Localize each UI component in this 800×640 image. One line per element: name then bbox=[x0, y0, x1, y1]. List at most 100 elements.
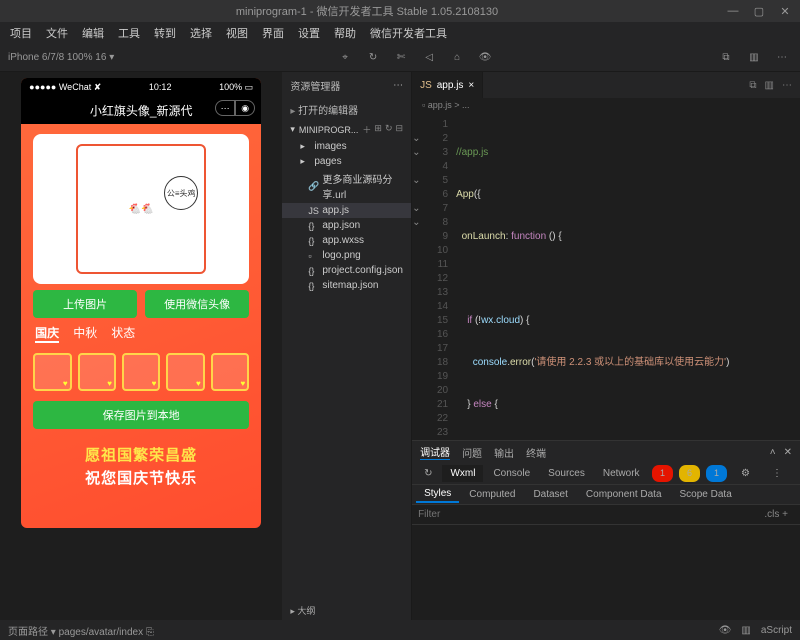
tree-item[interactable]: {}sitemap.json bbox=[282, 278, 411, 293]
minimize-icon[interactable]: — bbox=[726, 5, 740, 18]
more-icon[interactable]: ⋯ bbox=[772, 48, 792, 68]
tree-item[interactable]: ▫logo.png bbox=[282, 248, 411, 263]
tree-item[interactable]: 🔗更多商业源码分享.url bbox=[282, 169, 411, 203]
breadcrumb[interactable]: ▫ app.js > ... bbox=[412, 98, 800, 116]
subtab-computed[interactable]: Computed bbox=[461, 487, 523, 502]
devtab-console[interactable]: Console bbox=[485, 465, 538, 482]
page-title: 小红旗头像_新源代 bbox=[90, 102, 193, 119]
devtab-wxml[interactable]: Wxml bbox=[442, 465, 483, 482]
menu-settings[interactable]: 设置 bbox=[292, 23, 326, 43]
dbg-close-icon[interactable]: ✕ bbox=[784, 447, 792, 458]
info-badge[interactable]: 1 bbox=[706, 465, 727, 482]
err-badge[interactable]: 1 bbox=[652, 465, 673, 482]
frame-option[interactable] bbox=[122, 353, 160, 391]
eye-status-icon[interactable]: 👁 bbox=[719, 625, 732, 636]
device-select[interactable]: iPhone 6/7/8 100% 16 ▾ bbox=[8, 52, 114, 63]
explorer-title: 资源管理器 bbox=[290, 78, 340, 93]
refresh-tree-icon[interactable]: ↻ bbox=[385, 123, 393, 136]
frame-option[interactable] bbox=[78, 353, 116, 391]
subtab-dataset[interactable]: Dataset bbox=[525, 487, 575, 502]
subtab-componentdata[interactable]: Component Data bbox=[578, 487, 670, 502]
close-tab-icon[interactable]: × bbox=[468, 80, 474, 91]
gear-icon[interactable]: ⚙ bbox=[733, 465, 758, 482]
file-icon: JS bbox=[308, 206, 318, 216]
dbg-reload-icon[interactable]: ↻ bbox=[416, 465, 440, 482]
split-icon[interactable]: ▥ bbox=[744, 48, 764, 68]
dbg-tab-debugger[interactable]: 调试器 bbox=[420, 444, 450, 460]
save-button[interactable]: 保存图片到本地 bbox=[33, 401, 249, 429]
menu-edit[interactable]: 编辑 bbox=[76, 23, 110, 43]
outline-section[interactable]: 大纲 bbox=[282, 602, 411, 620]
more-editor-icon[interactable]: ⋯ bbox=[782, 80, 792, 91]
tree-item[interactable]: ▸images bbox=[282, 139, 411, 154]
cls-toggle[interactable]: .cls + bbox=[758, 509, 794, 520]
menu-ui[interactable]: 界面 bbox=[256, 23, 290, 43]
capsule-menu-icon[interactable]: ⋯ bbox=[215, 100, 235, 116]
explorer-more-icon[interactable]: ⋯ bbox=[393, 80, 403, 91]
file-icon: {} bbox=[308, 266, 318, 276]
subtab-styles[interactable]: Styles bbox=[416, 486, 459, 503]
page-path[interactable]: 页面路径 ▾ pages/avatar/index ⎘ bbox=[8, 623, 154, 638]
warn-badge[interactable]: 6 bbox=[679, 465, 700, 482]
subtab-scopedata[interactable]: Scope Data bbox=[672, 487, 740, 502]
tab-app-js[interactable]: JS app.js × bbox=[412, 72, 483, 98]
dbg-more-icon[interactable]: ⋮ bbox=[764, 465, 790, 482]
dbg-tab-output[interactable]: 输出 bbox=[494, 445, 514, 460]
menu-view[interactable]: 视图 bbox=[220, 23, 254, 43]
detach-icon[interactable]: ⧉ bbox=[716, 48, 736, 68]
use-wechat-button[interactable]: 使用微信头像 bbox=[145, 290, 249, 318]
menu-file[interactable]: 文件 bbox=[40, 23, 74, 43]
refresh-icon[interactable]: ↻ bbox=[363, 48, 383, 68]
tab-guoqing[interactable]: 国庆 bbox=[35, 324, 59, 343]
devtab-network[interactable]: Network bbox=[595, 465, 648, 482]
menu-select[interactable]: 选择 bbox=[184, 23, 218, 43]
tree-item[interactable]: {}project.config.json bbox=[282, 263, 411, 278]
pointer-icon[interactable]: ⌖ bbox=[335, 48, 355, 68]
code-editor[interactable]: 12⌄3⌄45⌄67⌄8⌄910111213141516171819202122… bbox=[412, 116, 800, 440]
menu-devtools[interactable]: 微信开发者工具 bbox=[364, 23, 453, 43]
menu-project[interactable]: 项目 bbox=[4, 23, 38, 43]
tree-item[interactable]: ▸pages bbox=[282, 154, 411, 169]
frame-option[interactable] bbox=[166, 353, 204, 391]
file-icon: {} bbox=[308, 281, 318, 291]
tree-item[interactable]: {}app.json bbox=[282, 218, 411, 233]
new-folder-icon[interactable]: ⊞ bbox=[374, 123, 382, 136]
frames-row bbox=[21, 349, 261, 395]
home-icon[interactable]: ⌂ bbox=[447, 48, 467, 68]
open-editors-section[interactable]: 打开的编辑器 bbox=[282, 99, 411, 120]
tree-item[interactable]: {}app.wxss bbox=[282, 233, 411, 248]
tab-zhongqiu[interactable]: 中秋 bbox=[73, 324, 97, 343]
menu-goto[interactable]: 转到 bbox=[148, 23, 182, 43]
file-icon: {} bbox=[308, 221, 318, 231]
menu-help[interactable]: 帮助 bbox=[328, 23, 362, 43]
frame-option[interactable] bbox=[211, 353, 249, 391]
phone-statusbar: ●●●●● WeChat ✘ 10:12 100% ▭ bbox=[21, 78, 261, 96]
tree-item[interactable]: JSapp.js bbox=[282, 203, 411, 218]
new-file-icon[interactable]: ＋ bbox=[362, 123, 371, 136]
phone-preview: ●●●●● WeChat ✘ 10:12 100% ▭ 小红旗头像_新源代 ⋯ … bbox=[21, 78, 261, 528]
avatar-image[interactable]: 🐔🐔 公≡头鸡 bbox=[76, 144, 206, 274]
menu-tools[interactable]: 工具 bbox=[112, 23, 146, 43]
project-section[interactable]: ▾MINIPROGR... ＋ ⊞ ↻ ⊟ bbox=[282, 120, 411, 139]
dbg-tab-problems[interactable]: 问题 bbox=[462, 445, 482, 460]
debugger-pane: 调试器 问题 输出 终端 ˄ ✕ ↻ Wxml Console Sources … bbox=[412, 440, 800, 620]
dbg-expand-icon[interactable]: ˄ bbox=[770, 447, 776, 458]
tab-status[interactable]: 状态 bbox=[111, 324, 135, 343]
collapse-icon[interactable]: ⊟ bbox=[396, 123, 404, 136]
chicken-icon: 🐔🐔 bbox=[129, 204, 154, 215]
devtab-sources[interactable]: Sources bbox=[540, 465, 593, 482]
lang-label[interactable]: aScript bbox=[761, 625, 792, 636]
frame-option[interactable] bbox=[33, 353, 71, 391]
close-icon[interactable]: ✕ bbox=[778, 5, 792, 18]
cut-icon[interactable]: ✄ bbox=[391, 48, 411, 68]
compare-icon[interactable]: ⧉ bbox=[749, 80, 756, 91]
back-icon[interactable]: ◁ bbox=[419, 48, 439, 68]
capsule-close-icon[interactable]: ◉ bbox=[235, 100, 255, 116]
split-status-icon[interactable]: ▥ bbox=[741, 625, 750, 636]
split-editor-icon[interactable]: ▥ bbox=[765, 80, 774, 91]
eye-icon[interactable]: 👁 bbox=[475, 48, 495, 68]
filter-input[interactable] bbox=[418, 509, 758, 520]
upload-button[interactable]: 上传图片 bbox=[33, 290, 137, 318]
maximize-icon[interactable]: ▢ bbox=[752, 5, 766, 18]
dbg-tab-terminal[interactable]: 终端 bbox=[526, 445, 546, 460]
